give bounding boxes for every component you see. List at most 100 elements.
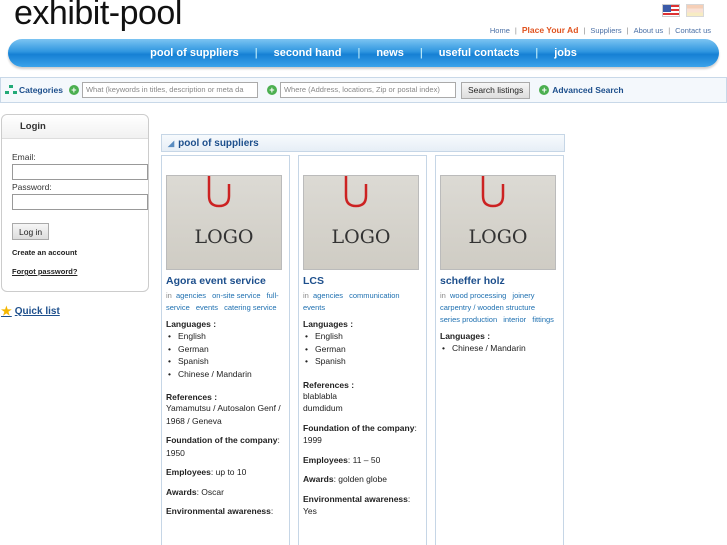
separator: | xyxy=(668,25,671,35)
list-item: English xyxy=(166,330,285,343)
in-label: in xyxy=(166,291,172,300)
supplier-tags: in wood processing joinery carpentry / w… xyxy=(440,290,559,326)
list-item: Spanish xyxy=(303,355,422,368)
tag-link[interactable]: fittings xyxy=(532,315,554,324)
add-icon[interactable]: + xyxy=(266,85,277,95)
references-heading: References : xyxy=(166,392,218,402)
paperclip-icon xyxy=(481,176,505,208)
language-flags xyxy=(662,4,704,17)
german-flag-icon[interactable] xyxy=(686,4,704,17)
references-heading: References : xyxy=(303,379,355,390)
main-nav: pool of suppliers | second hand | news |… xyxy=(8,39,719,67)
quick-list-label: Quick list xyxy=(14,305,60,317)
languages-heading: Languages : xyxy=(303,319,354,329)
references-text: dumdidum xyxy=(303,403,343,413)
logo-image[interactable]: LOGO xyxy=(303,175,419,270)
nav-news[interactable]: news xyxy=(370,47,410,59)
tag-link[interactable]: series production xyxy=(440,315,497,324)
advanced-search-label: Advanced Search xyxy=(552,85,624,95)
foundation-row: Foundation of the company: 1999 xyxy=(303,422,417,446)
nav-pool-of-suppliers[interactable]: pool of suppliers xyxy=(144,47,245,59)
nav-useful-contacts[interactable]: useful contacts xyxy=(433,47,526,59)
nav-separator: | xyxy=(535,47,539,59)
login-button[interactable]: Log in xyxy=(12,223,50,240)
paperclip-icon xyxy=(344,176,368,208)
languages-list: English German Spanish Chinese / Mandari… xyxy=(166,330,285,380)
supplier-card: LOGO scheffer holz in wood processing jo… xyxy=(435,155,564,545)
tag-link[interactable]: agencies xyxy=(176,291,206,300)
home-link[interactable]: Home xyxy=(490,26,510,35)
environmental-row: Environmental awareness: xyxy=(303,493,411,504)
supplier-name[interactable]: Agora event service xyxy=(166,275,285,287)
awards-row: Awards: Oscar xyxy=(166,486,224,497)
place-ad-link[interactable]: Place Your Ad xyxy=(522,25,579,35)
list-item: German xyxy=(166,343,285,356)
logo-image[interactable]: LOGO xyxy=(166,175,282,270)
create-account-link[interactable]: Create an account xyxy=(12,248,77,257)
tag-link[interactable]: wood processing xyxy=(450,291,506,300)
list-item: Chinese / Mandarin xyxy=(440,342,559,355)
password-label: Password: xyxy=(12,182,52,192)
nav-jobs[interactable]: jobs xyxy=(548,47,583,59)
references-text: blablabla xyxy=(303,390,338,401)
tag-link[interactable]: on-site service xyxy=(212,291,260,300)
forgot-password-link[interactable]: Forgot password? xyxy=(12,267,77,276)
section-title: pool of suppliers xyxy=(178,137,259,149)
logo-image[interactable]: LOGO xyxy=(440,175,556,270)
supplier-tags: in agencies on-site service full-service… xyxy=(166,290,285,314)
tag-link[interactable]: interior xyxy=(503,315,526,324)
about-link[interactable]: About us xyxy=(634,26,664,35)
languages-heading: Languages : xyxy=(440,331,491,341)
categories-link[interactable]: Categories xyxy=(5,85,63,95)
search-bar: Categories + What (keywords in titles, d… xyxy=(0,77,727,103)
nav-separator: | xyxy=(254,47,258,59)
add-icon: + xyxy=(539,85,550,95)
categories-label: Categories xyxy=(19,85,63,95)
nav-separator: | xyxy=(419,47,423,59)
tag-link[interactable]: joinery xyxy=(512,291,534,300)
password-field[interactable] xyxy=(12,194,148,210)
supplier-name[interactable]: LCS xyxy=(303,275,422,287)
star-icon: ★ xyxy=(1,304,12,318)
languages-heading: Languages : xyxy=(166,319,217,329)
what-search-input[interactable]: What (keywords in titles, description or… xyxy=(81,82,258,98)
add-icon[interactable]: + xyxy=(68,85,79,95)
tag-link[interactable]: events xyxy=(196,303,218,312)
email-label: Email: xyxy=(12,152,36,162)
foundation-row: Foundation of the company: 1950 xyxy=(166,435,280,458)
tag-link[interactable]: communication xyxy=(349,291,399,300)
separator: | xyxy=(626,25,629,35)
nav-separator: | xyxy=(357,47,361,59)
supplier-card: LOGO LCS in agencies communication event… xyxy=(298,155,427,545)
nav-second-hand[interactable]: second hand xyxy=(268,47,348,59)
contact-link[interactable]: Contact us xyxy=(675,26,711,35)
categories-icon xyxy=(5,85,17,95)
in-label: in xyxy=(440,291,446,300)
tag-link[interactable]: events xyxy=(303,303,325,312)
logo-text: LOGO xyxy=(194,226,254,248)
supplier-tags: in agencies communication events xyxy=(303,290,422,314)
languages-list: English German Spanish xyxy=(303,330,422,368)
tag-link[interactable]: agencies xyxy=(313,291,343,300)
logo-text: LOGO xyxy=(331,226,391,248)
advanced-search-link[interactable]: + Advanced Search xyxy=(539,85,624,95)
environmental-row: Environmental awareness: xyxy=(166,506,274,516)
list-item: German xyxy=(303,343,422,356)
employees-row: Employees: up to 10 xyxy=(166,467,247,477)
tag-link[interactable]: carpentry / wooden structure xyxy=(440,303,535,312)
site-logo[interactable]: exhibit-pool xyxy=(14,0,182,33)
supplier-name[interactable]: scheffer holz xyxy=(440,275,559,287)
search-listings-button[interactable]: Search listings xyxy=(460,81,531,99)
login-panel: Login Email: Password: Log in Create an … xyxy=(1,114,149,292)
tag-link[interactable]: catering service xyxy=(224,303,277,312)
references-text: Yamamutsu / Autosalon Genf / 1968 / Gene… xyxy=(166,403,281,426)
english-flag-icon[interactable] xyxy=(662,4,680,17)
email-field[interactable] xyxy=(12,164,148,180)
quick-list-link[interactable]: ★ Quick list xyxy=(1,304,60,318)
separator: | xyxy=(583,25,586,35)
in-label: in xyxy=(303,291,309,300)
paperclip-icon xyxy=(207,176,231,208)
where-search-input[interactable]: Where (Address, locations, Zip or postal… xyxy=(279,82,456,98)
section-header: ◢ pool of suppliers xyxy=(161,134,565,152)
suppliers-link[interactable]: Suppliers xyxy=(590,26,621,35)
